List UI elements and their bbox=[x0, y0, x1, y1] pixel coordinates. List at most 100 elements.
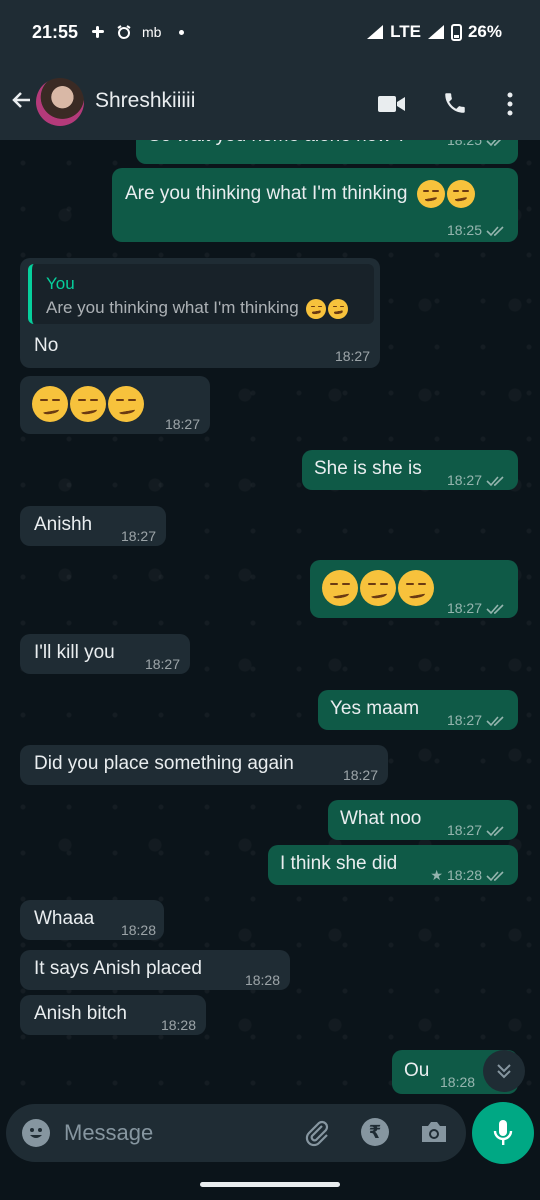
quoted-author: You bbox=[46, 274, 75, 293]
message-text: I'll kill you bbox=[34, 642, 115, 663]
smirk-emoji-icon bbox=[32, 386, 68, 422]
message-bubble[interactable]: Anish bitch 18:28 bbox=[20, 995, 206, 1035]
message-bubble[interactable]: You Are you thinking what I'm thinking N… bbox=[20, 258, 380, 368]
smirk-emoji-icon bbox=[446, 180, 475, 208]
chat-area[interactable]: So wait you home alone now ? 18:25 Are y… bbox=[0, 140, 540, 1100]
chevron-double-down-icon bbox=[497, 1064, 511, 1079]
video-call-icon[interactable] bbox=[378, 94, 406, 114]
message-text: Are you thinking what I'm thinking bbox=[125, 180, 477, 208]
message-text: Ou bbox=[404, 1060, 430, 1081]
message-bubble[interactable]: Did you place something again 18:27 bbox=[20, 745, 388, 785]
message-text: Whaaa bbox=[34, 908, 95, 929]
signal-icon bbox=[367, 25, 384, 39]
smirk-emoji-icon bbox=[306, 298, 327, 319]
double-check-icon bbox=[486, 716, 504, 727]
message-time: 18:25 bbox=[447, 218, 506, 242]
message-time: 18:27 bbox=[120, 528, 156, 544]
message-bubble[interactable]: 18:27 bbox=[20, 376, 210, 434]
message-time: 18:28 bbox=[440, 1074, 476, 1090]
double-check-icon bbox=[486, 226, 504, 237]
message-text: Did you place something again bbox=[34, 753, 294, 774]
battery-icon bbox=[450, 24, 462, 41]
smirk-emoji-icon bbox=[398, 570, 434, 606]
back-arrow-icon[interactable] bbox=[10, 88, 34, 112]
paperclip-icon[interactable] bbox=[302, 1118, 332, 1148]
message-text: Yes maam bbox=[330, 698, 420, 719]
contact-name[interactable]: Shreshkiiiii bbox=[95, 89, 195, 113]
more-options-icon[interactable] bbox=[505, 92, 515, 116]
emoji-icon[interactable] bbox=[22, 1119, 50, 1147]
double-check-icon bbox=[486, 871, 504, 882]
message-bubble[interactable]: It says Anish placed 18:28 bbox=[20, 950, 290, 990]
message-bubble[interactable]: She is she is 18:27 bbox=[302, 450, 518, 490]
double-check-icon bbox=[486, 604, 504, 615]
message-bubble[interactable]: So wait you home alone now ? 18:25 bbox=[136, 140, 518, 164]
smirk-emoji-icon bbox=[70, 386, 106, 422]
message-text: What noo bbox=[340, 808, 422, 829]
battery-label: 26% bbox=[467, 22, 502, 41]
status-time: 21:55 bbox=[32, 22, 79, 42]
double-check-icon bbox=[486, 140, 502, 147]
message-text: No bbox=[34, 335, 59, 356]
message-time: 18:27 bbox=[447, 818, 506, 842]
message-time: 18:27 bbox=[334, 348, 370, 364]
smirk-emoji-icon bbox=[416, 180, 445, 208]
message-text: I think she did bbox=[280, 853, 398, 874]
status-right: LTE 26% bbox=[366, 22, 502, 42]
message-bubble[interactable]: I think she did ★ 18:28 bbox=[268, 845, 518, 885]
quoted-message[interactable]: You Are you thinking what I'm thinking bbox=[28, 264, 374, 324]
message-text: She is she is bbox=[314, 458, 422, 479]
network-label: LTE bbox=[390, 22, 421, 41]
voice-record-button[interactable] bbox=[472, 1102, 534, 1164]
notification-icons: mb bbox=[90, 24, 185, 40]
message-text: So wait you home alone now ? bbox=[148, 140, 407, 148]
message-bubble[interactable]: I'll kill you 18:27 bbox=[20, 634, 190, 674]
emoji-message bbox=[32, 386, 146, 422]
alarm-icon bbox=[117, 25, 131, 39]
slack-icon bbox=[92, 26, 104, 38]
message-bubble[interactable]: Anishh 18:27 bbox=[20, 506, 166, 546]
message-bubble[interactable]: What noo 18:27 bbox=[328, 800, 518, 840]
message-input-bar: Message ₹ bbox=[6, 1104, 466, 1162]
microphone-icon bbox=[493, 1120, 513, 1145]
message-input[interactable]: Message bbox=[64, 1120, 153, 1146]
message-text: Anish bitch bbox=[34, 1003, 127, 1024]
message-time: 18:27 bbox=[342, 767, 378, 783]
message-time: 18:28 bbox=[244, 972, 280, 988]
message-time: 18:28 bbox=[120, 922, 156, 938]
smirk-emoji-icon bbox=[108, 386, 144, 422]
message-time: 18:27 bbox=[164, 416, 200, 432]
message-time: ★ 18:28 bbox=[430, 863, 506, 887]
phone-call-icon[interactable] bbox=[442, 90, 468, 116]
scroll-to-bottom-button[interactable] bbox=[483, 1050, 525, 1092]
chat-header: Shreshkiiiii bbox=[0, 64, 540, 140]
avatar[interactable] bbox=[36, 78, 84, 126]
message-time: 18:25 bbox=[447, 140, 506, 152]
rupee-payment-icon[interactable]: ₹ bbox=[361, 1118, 389, 1146]
message-time: 18:27 bbox=[447, 708, 506, 732]
dot-icon bbox=[179, 29, 185, 35]
double-check-icon bbox=[486, 826, 504, 837]
smiley-face-icon bbox=[30, 1128, 42, 1138]
emoji-message bbox=[322, 570, 436, 606]
gesture-nav-bar[interactable] bbox=[200, 1182, 340, 1187]
star-icon: ★ bbox=[430, 867, 443, 883]
message-text: It says Anish placed bbox=[34, 958, 202, 979]
carrier-label: mb bbox=[142, 24, 162, 40]
message-text: Anishh bbox=[34, 514, 93, 535]
message-time: 18:27 bbox=[447, 468, 506, 492]
quoted-text: Are you thinking what I'm thinking bbox=[46, 296, 350, 320]
smirk-emoji-icon bbox=[322, 570, 358, 606]
smirk-emoji-icon bbox=[328, 298, 349, 319]
message-bubble[interactable]: 18:27 bbox=[310, 560, 518, 618]
status-bar: 21:55 mb LTE 26% bbox=[0, 0, 540, 64]
message-time: 18:27 bbox=[447, 596, 506, 620]
double-check-icon bbox=[486, 476, 504, 487]
signal-icon-2 bbox=[427, 25, 444, 39]
camera-icon[interactable] bbox=[420, 1119, 448, 1145]
message-bubble[interactable]: Whaaa 18:28 bbox=[20, 900, 164, 940]
smirk-emoji-icon bbox=[360, 570, 396, 606]
message-time: 18:27 bbox=[144, 656, 180, 672]
message-bubble[interactable]: Yes maam 18:27 bbox=[318, 690, 518, 730]
message-bubble[interactable]: Are you thinking what I'm thinking 18:25 bbox=[112, 168, 518, 242]
